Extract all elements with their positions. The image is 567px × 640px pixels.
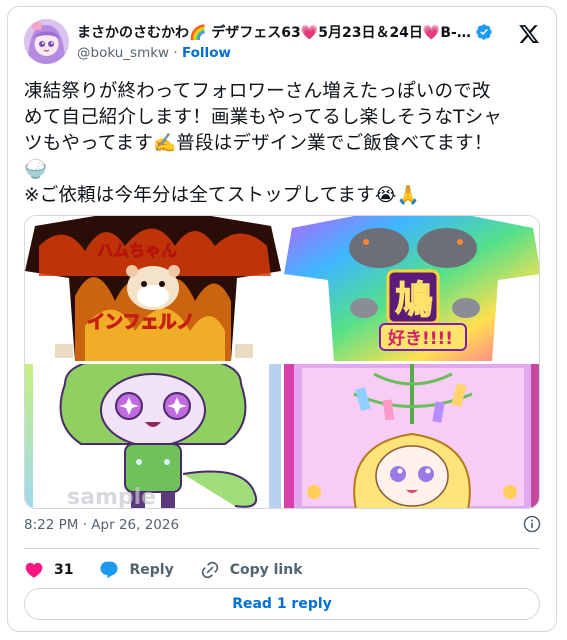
media-photo-2[interactable]: 鳩 好き!!!!: [284, 216, 539, 361]
reply-button[interactable]: Reply: [99, 560, 174, 580]
tweet-text-line: ツもやってます✍️普段はデザイン業でご飯食べてます！: [24, 133, 493, 154]
display-name[interactable]: まさかのさむかわ🌈 デザフェス63💗5月23日＆24日💗B-…: [77, 22, 471, 42]
link-icon: [201, 561, 218, 579]
tweet-date[interactable]: Apr 26, 2026: [91, 517, 179, 533]
media-photo-1[interactable]: ハムちゃん インフェルノ: [25, 216, 281, 361]
svg-text:インフェルノ: インフェルノ: [87, 312, 194, 333]
read-replies-button[interactable]: Read 1 reply: [24, 588, 540, 620]
heart-icon: [25, 562, 43, 578]
like-button[interactable]: 31: [24, 560, 73, 580]
svg-text:鳩: 鳩: [395, 278, 433, 322]
display-name-row[interactable]: まさかのさむかわ🌈 デザフェス63💗5月23日＆24日💗B-…: [77, 21, 502, 43]
media-grid: ハムちゃん インフェルノ 鳩 好き!!!! sample: [24, 215, 540, 509]
handle-row: @boku_smkw · Follow: [77, 45, 231, 61]
tweet-embed-card[interactable]: まさかのさむかわ🌈 デザフェス63💗5月23日＆24日💗B-… @boku_sm…: [7, 6, 557, 632]
media-photo-3[interactable]: sample: [25, 364, 281, 509]
tweet-header: まさかのさむかわ🌈 デザフェス63💗5月23日＆24日💗B-… @boku_sm…: [24, 17, 542, 65]
tweet-text-line: ※ご依頼は今年分は全てストップしてます😭🙏: [24, 185, 420, 206]
reply-label: Reply: [129, 562, 174, 578]
svg-text:ハムちゃん: ハムちゃん: [97, 241, 177, 260]
tweet-timestamp[interactable]: 8:22 PM · Apr 26, 2026: [24, 517, 179, 533]
timestamp-separator: ·: [82, 517, 87, 533]
divider: [24, 548, 540, 549]
like-count: 31: [54, 562, 74, 578]
copy-link-button[interactable]: Copy link: [200, 560, 303, 580]
sample-watermark: sample: [67, 485, 156, 509]
tweet-actions: 31 Reply Copy link: [24, 555, 329, 585]
handle-separator: ·: [173, 45, 178, 61]
verified-badge-icon: [476, 24, 492, 40]
tweet-text: 凍結祭りが終わってフォロワーさん増えたっぽいので改 めて自己紹介します！画業もや…: [24, 79, 544, 209]
handle[interactable]: @boku_smkw: [77, 45, 169, 61]
media-photo-4[interactable]: [284, 364, 539, 508]
tweet-text-line: 🍚: [24, 159, 48, 180]
x-logo-icon[interactable]: [518, 23, 540, 45]
avatar[interactable]: [24, 19, 69, 64]
reply-bubble-icon: [100, 561, 119, 579]
follow-button[interactable]: Follow: [182, 45, 231, 61]
copy-link-label: Copy link: [229, 562, 303, 578]
tweet-text-line: 凍結祭りが終わってフォロワーさん増えたっぽいので改: [24, 81, 491, 102]
info-icon[interactable]: [522, 514, 542, 534]
tweet-text-line: めて自己紹介します！画業もやってるし楽しそうなTシャ: [24, 107, 503, 128]
tweet-time[interactable]: 8:22 PM: [24, 517, 78, 533]
svg-text:好き!!!!: 好き!!!!: [387, 328, 453, 349]
